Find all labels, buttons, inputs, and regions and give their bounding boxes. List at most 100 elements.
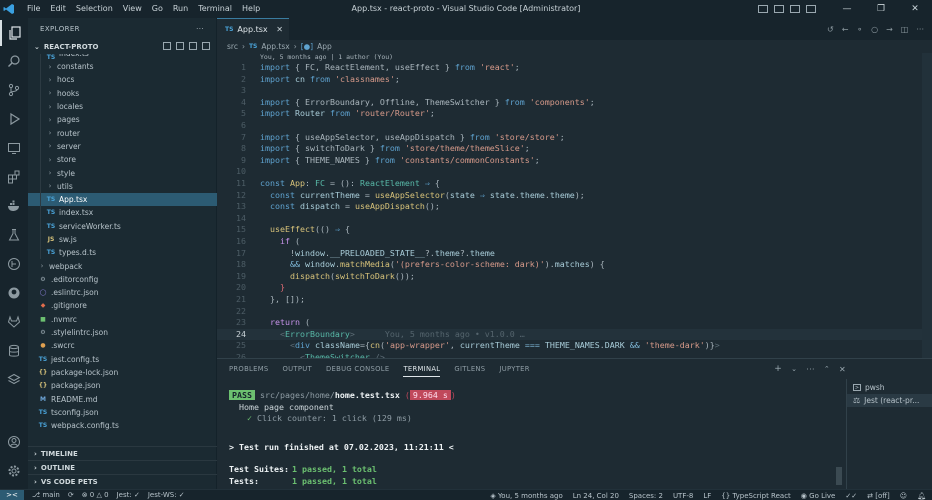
close-window-icon[interactable]: ✕ [898, 0, 932, 18]
folder-item[interactable]: › pages [28, 113, 217, 127]
split-editor-icon[interactable]: ◫ [901, 25, 909, 34]
breadcrumb-symbol[interactable]: App [317, 42, 332, 51]
tab-output[interactable]: OUTPUT [283, 365, 313, 373]
terminal-scrollbar[interactable] [836, 467, 842, 485]
folder-item[interactable]: › constants [28, 60, 217, 74]
remote-indicator-icon[interactable]: >< [0, 489, 24, 500]
timeline-section[interactable]: › TIMELINE [28, 446, 217, 460]
project-folder-header[interactable]: ⌄ REACT-PROTO [28, 40, 216, 54]
line-ending[interactable]: LF [703, 492, 711, 500]
refresh-icon[interactable] [189, 42, 197, 50]
collapse-all-icon[interactable] [202, 42, 210, 50]
vscode-pets-section[interactable]: › VS CODE PETS [28, 474, 217, 488]
folder-item[interactable]: › server [28, 139, 217, 154]
file-item[interactable]: TS index.tsx [28, 206, 217, 220]
file-item[interactable]: TS types.d.ts [28, 246, 217, 260]
file-item[interactable]: JS sw.js [28, 232, 217, 247]
menu-run[interactable]: Run [168, 0, 193, 18]
tab-problems[interactable]: PROBLEMS [229, 365, 269, 373]
new-terminal-plus-icon[interactable]: + [774, 364, 782, 374]
jest-status[interactable]: Jest: ✓ [117, 491, 140, 499]
breadcrumb-file[interactable]: App.tsx [261, 42, 289, 51]
more-actions-icon[interactable]: ··· [806, 365, 815, 374]
git-blame-status[interactable]: ◈ You, 5 months ago [490, 492, 562, 500]
maximize-panel-icon[interactable]: ⌃ [824, 365, 830, 373]
layers-icon[interactable] [0, 367, 28, 393]
problems-indicator[interactable]: ⊗ 0 △ 0 [82, 491, 109, 499]
file-item[interactable]: ■ .nvmrc [28, 313, 217, 326]
timeline-history-icon[interactable]: ↺ [827, 25, 834, 34]
toggle-secondary-sidebar-icon[interactable] [790, 5, 800, 13]
folder-item[interactable]: › style [28, 166, 217, 180]
tab-gitlens[interactable]: GITLENS [454, 365, 485, 373]
indentation[interactable]: Spaces: 2 [629, 492, 663, 500]
folder-item[interactable]: › hocs [28, 73, 217, 87]
settings-gear-icon[interactable] [0, 458, 28, 484]
file-item[interactable]: TS tsconfig.json [28, 406, 217, 419]
folder-item[interactable]: › router [28, 126, 217, 140]
more-actions-icon[interactable]: ··· [916, 25, 924, 34]
git-compare-icon[interactable]: ⚬ [856, 25, 863, 34]
jest-ws-status[interactable]: Jest-WS: ✓ [148, 491, 185, 499]
toggle-primary-sidebar-icon[interactable] [758, 5, 768, 13]
search-icon[interactable] [0, 48, 28, 74]
file-item[interactable]: {} package-lock.json [28, 366, 217, 379]
scrollbar[interactable] [922, 53, 932, 358]
sync-icon[interactable]: ⟳ [68, 491, 74, 499]
codelens-blame[interactable]: You, 5 months ago | 1 author (You) [217, 53, 932, 61]
menu-terminal[interactable]: Terminal [193, 0, 237, 18]
file-item[interactable]: ◯ .eslintrc.json [28, 286, 217, 299]
tab-jupyter[interactable]: JUPYTER [499, 365, 529, 373]
prettier-status[interactable]: ✓✓ [845, 492, 857, 500]
close-tab-icon[interactable]: ✕ [276, 25, 283, 34]
previous-change-icon[interactable]: ← [842, 25, 849, 34]
folder-item[interactable]: › hooks [28, 86, 217, 100]
menu-selection[interactable]: Selection [71, 0, 118, 18]
file-item[interactable]: TS serviceWorker.ts [28, 219, 217, 233]
restore-icon[interactable]: ❐ [864, 0, 898, 18]
tab-app-tsx[interactable]: TS App.tsx ✕ [217, 18, 289, 40]
code-editor[interactable]: You, 5 months ago | 1 author (You) 1 impo… [217, 53, 932, 358]
menu-help[interactable]: Help [237, 0, 265, 18]
file-item[interactable]: TS webpack.config.ts [28, 419, 217, 432]
forward-icon[interactable]: → [886, 25, 893, 34]
folder-item[interactable]: › webpack [28, 259, 217, 272]
breadcrumb-folder[interactable]: src [227, 42, 238, 51]
gitlab-icon[interactable] [0, 309, 28, 335]
menu-view[interactable]: View [118, 0, 147, 18]
run-debug-icon[interactable] [0, 106, 28, 132]
go-live[interactable]: ◉ Go Live [801, 492, 836, 500]
github-icon[interactable] [0, 280, 28, 306]
account-icon[interactable] [0, 429, 28, 455]
off-toggle[interactable]: ⇄ [off] [867, 492, 890, 500]
close-panel-icon[interactable]: ✕ [839, 365, 846, 374]
new-file-icon[interactable] [163, 42, 171, 50]
database-icon[interactable] [0, 338, 28, 364]
folder-item[interactable]: › store [28, 153, 217, 167]
menu-file[interactable]: File [22, 0, 45, 18]
testing-flask-icon[interactable] [0, 222, 28, 248]
gitlens-icon[interactable] [0, 251, 28, 277]
file-item[interactable]: TS jest.config.ts [28, 353, 217, 366]
new-folder-icon[interactable] [176, 42, 184, 50]
feedback-icon[interactable]: ☺ [900, 492, 907, 500]
outline-section[interactable]: › OUTLINE [28, 460, 217, 474]
language-mode[interactable]: {} TypeScript React [721, 492, 791, 500]
file-item[interactable]: ● .swcrc [28, 339, 217, 352]
extensions-icon[interactable] [0, 164, 28, 190]
folder-item[interactable]: › utils [28, 179, 217, 193]
terminal-item-pwsh[interactable]: > pwsh [847, 381, 932, 394]
next-change-icon[interactable]: ○ [871, 25, 878, 34]
file-item[interactable]: {} package.json [28, 379, 217, 392]
file-item[interactable]: ⚙ .editorconfig [28, 273, 217, 286]
file-item[interactable]: TS App.tsx [28, 192, 217, 207]
minimize-icon[interactable]: — [830, 0, 864, 18]
remote-explorer-icon[interactable] [0, 135, 28, 161]
terminal-item-jest[interactable]: ⚖ Jest (react-pr... [847, 394, 932, 407]
file-item[interactable]: ◆ .gitignore [28, 299, 217, 312]
tab-terminal[interactable]: TERMINAL [403, 365, 441, 377]
encoding[interactable]: UTF-8 [673, 492, 693, 500]
menu-go[interactable]: Go [147, 0, 168, 18]
source-control-icon[interactable] [0, 77, 28, 103]
docker-icon[interactable] [0, 193, 28, 219]
